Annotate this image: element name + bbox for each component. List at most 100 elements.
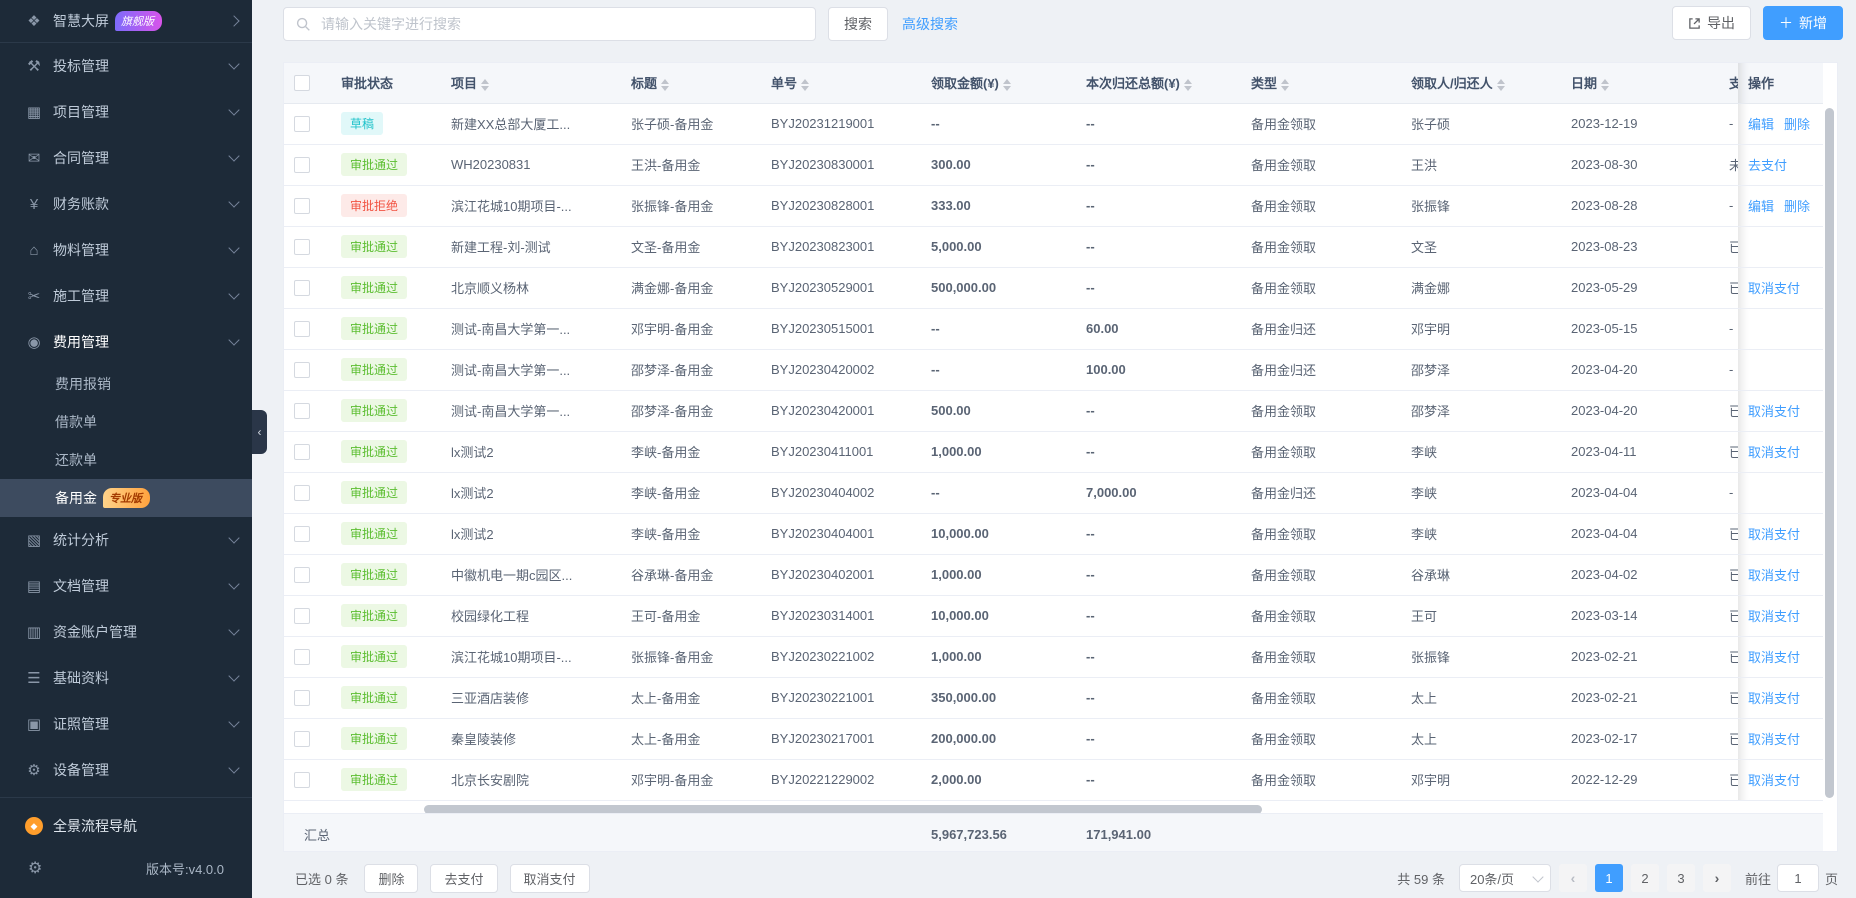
cancel-pay-link[interactable]: 取消支付 bbox=[1748, 773, 1800, 788]
advanced-search-link[interactable]: 高级搜索 bbox=[902, 14, 958, 34]
prev-page-button[interactable]: ‹ bbox=[1559, 864, 1587, 892]
sidebar-item-label: 证照管理 bbox=[53, 714, 109, 734]
column-header-2[interactable]: 标题 bbox=[621, 63, 761, 103]
column-header-3[interactable]: 单号 bbox=[761, 63, 921, 103]
cell-date: 2023-02-21 bbox=[1561, 636, 1719, 677]
search-button[interactable]: 搜索 bbox=[828, 7, 888, 41]
sort-icon[interactable] bbox=[1184, 79, 1192, 91]
row-checkbox[interactable] bbox=[294, 485, 310, 501]
delete-button[interactable]: 删除 bbox=[364, 864, 418, 893]
delete-link[interactable]: 删除 bbox=[1784, 199, 1810, 214]
sort-icon[interactable] bbox=[1497, 79, 1505, 91]
cancel-pay-link[interactable]: 取消支付 bbox=[1748, 609, 1800, 624]
row-checkbox[interactable] bbox=[294, 321, 310, 337]
sidebar-item-13[interactable]: ⚙设备管理 bbox=[0, 747, 252, 793]
chevron-down-icon bbox=[1532, 871, 1543, 882]
sidebar-item-0[interactable]: ❖智慧大屏旗舰版 bbox=[0, 0, 252, 42]
cancel-pay-link[interactable]: 取消支付 bbox=[1748, 732, 1800, 747]
cell-status: 审批通过 bbox=[331, 390, 441, 431]
sort-icon[interactable] bbox=[661, 79, 669, 91]
pay-link[interactable]: 去支付 bbox=[1748, 158, 1787, 173]
row-checkbox[interactable] bbox=[294, 280, 310, 296]
sidebar-item-4[interactable]: ¥财务账款 bbox=[0, 181, 252, 227]
sidebar-item-label: 投标管理 bbox=[53, 56, 109, 76]
sidebar-item-12[interactable]: ▣证照管理 bbox=[0, 701, 252, 747]
column-header-5[interactable]: 本次归还总额(¥) bbox=[1076, 63, 1241, 103]
sidebar-item-8[interactable]: ▧统计分析 bbox=[0, 517, 252, 563]
page-size-select[interactable]: 20条/页 bbox=[1459, 864, 1551, 892]
cell-date: 2023-12-19 bbox=[1561, 103, 1719, 144]
row-checkbox[interactable] bbox=[294, 403, 310, 419]
cell-repay: -- bbox=[1076, 144, 1241, 185]
row-checkbox[interactable] bbox=[294, 362, 310, 378]
page-button-3[interactable]: 3 bbox=[1667, 864, 1695, 892]
cell-amount: 500,000.00 bbox=[921, 267, 1076, 308]
cancel-pay-link[interactable]: 取消支付 bbox=[1748, 650, 1800, 665]
edit-link[interactable]: 编辑 bbox=[1748, 199, 1774, 214]
settings-gear-icon[interactable]: ⚙ bbox=[28, 858, 42, 878]
sidebar-subitem-费用报销[interactable]: 费用报销 bbox=[0, 365, 252, 403]
sidebar-item-7[interactable]: ◉费用管理 bbox=[0, 319, 252, 365]
sidebar-item-process-navigation[interactable]: ◆ 全景流程导航 bbox=[0, 804, 252, 848]
sidebar-item-3[interactable]: ✉合同管理 bbox=[0, 135, 252, 181]
data-table-card: 审批状态项目标题单号领取金额(¥)本次归还总额(¥)类型领取人/归还人日期支操作… bbox=[283, 62, 1838, 852]
sidebar-item-1[interactable]: ⚒投标管理 bbox=[0, 43, 252, 89]
cancel-pay-button[interactable]: 取消支付 bbox=[510, 864, 590, 893]
cancel-pay-link[interactable]: 取消支付 bbox=[1748, 281, 1800, 296]
sidebar-item-9[interactable]: ▤文档管理 bbox=[0, 563, 252, 609]
row-checkbox[interactable] bbox=[294, 444, 310, 460]
sidebar-item-11[interactable]: ☰基础资料 bbox=[0, 655, 252, 701]
row-checkbox[interactable] bbox=[294, 239, 310, 255]
select-all-checkbox[interactable] bbox=[294, 75, 310, 91]
cancel-pay-link[interactable]: 取消支付 bbox=[1748, 445, 1800, 460]
column-header-4[interactable]: 领取金额(¥) bbox=[921, 63, 1076, 103]
row-checkbox[interactable] bbox=[294, 157, 310, 173]
row-checkbox[interactable] bbox=[294, 772, 310, 788]
row-checkbox[interactable] bbox=[294, 690, 310, 706]
row-checkbox[interactable] bbox=[294, 526, 310, 542]
search-box[interactable] bbox=[283, 7, 816, 41]
sidebar-subitem-备用金[interactable]: 备用金专业版 bbox=[0, 479, 252, 517]
cell-repay: -- bbox=[1076, 677, 1241, 718]
sidebar-item-10[interactable]: ▥资金账户管理 bbox=[0, 609, 252, 655]
vertical-scrollbar[interactable] bbox=[1825, 108, 1834, 798]
page-button-2[interactable]: 2 bbox=[1631, 864, 1659, 892]
sort-icon[interactable] bbox=[801, 79, 809, 91]
column-header-8[interactable]: 日期 bbox=[1561, 63, 1719, 103]
sort-icon[interactable] bbox=[1003, 79, 1011, 91]
column-header-label: 审批状态 bbox=[341, 76, 393, 91]
sidebar-subitem-借款单[interactable]: 借款单 bbox=[0, 403, 252, 441]
cancel-pay-link[interactable]: 取消支付 bbox=[1748, 527, 1800, 542]
pay-button[interactable]: 去支付 bbox=[430, 864, 497, 893]
delete-link[interactable]: 删除 bbox=[1784, 117, 1810, 132]
cancel-pay-link[interactable]: 取消支付 bbox=[1748, 691, 1800, 706]
column-header-6[interactable]: 类型 bbox=[1241, 63, 1401, 103]
column-header-1[interactable]: 项目 bbox=[441, 63, 621, 103]
sidebar-item-2[interactable]: ▦项目管理 bbox=[0, 89, 252, 135]
row-checkbox[interactable] bbox=[294, 649, 310, 665]
sort-icon[interactable] bbox=[481, 79, 489, 91]
sidebar-item-6[interactable]: ✂施工管理 bbox=[0, 273, 252, 319]
row-checkbox[interactable] bbox=[294, 116, 310, 132]
row-checkbox[interactable] bbox=[294, 198, 310, 214]
row-checkbox[interactable] bbox=[294, 608, 310, 624]
goto-page-input[interactable] bbox=[1777, 864, 1819, 892]
row-checkbox[interactable] bbox=[294, 567, 310, 583]
cancel-pay-link[interactable]: 取消支付 bbox=[1748, 568, 1800, 583]
export-button[interactable]: 导出 bbox=[1672, 6, 1751, 40]
column-header-7[interactable]: 领取人/归还人 bbox=[1401, 63, 1561, 103]
cancel-pay-link[interactable]: 取消支付 bbox=[1748, 404, 1800, 419]
sort-icon[interactable] bbox=[1601, 79, 1609, 91]
search-input[interactable] bbox=[319, 15, 803, 33]
sort-icon[interactable] bbox=[1281, 79, 1289, 91]
selected-count-label: 已选 0 条 bbox=[295, 869, 348, 888]
page-button-1[interactable]: 1 bbox=[1595, 864, 1623, 892]
next-page-button[interactable]: › bbox=[1703, 864, 1731, 892]
sidebar-subitem-还款单[interactable]: 还款单 bbox=[0, 441, 252, 479]
edit-link[interactable]: 编辑 bbox=[1748, 117, 1774, 132]
sidebar-item-5[interactable]: ⌂物料管理 bbox=[0, 227, 252, 273]
row-checkbox[interactable] bbox=[294, 731, 310, 747]
sidebar-collapse-handle[interactable]: ‹ bbox=[252, 410, 267, 454]
add-button[interactable]: ＋ 新增 bbox=[1763, 6, 1843, 40]
cell-title: 张子硕-备用金 bbox=[621, 103, 761, 144]
